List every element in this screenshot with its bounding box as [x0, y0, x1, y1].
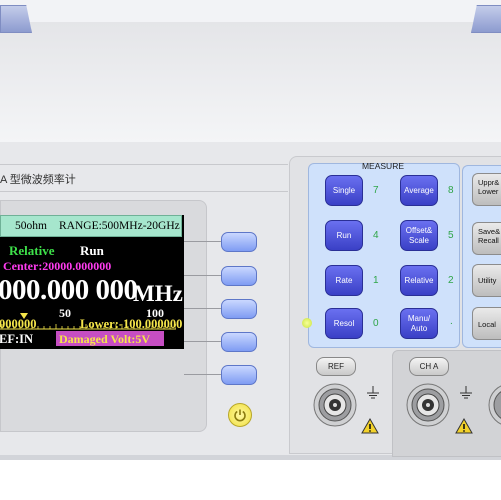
warning-icon	[455, 418, 473, 434]
channel-a-bnc-connector[interactable]	[406, 383, 450, 427]
manu-auto-button[interactable]: Manu/ Auto	[400, 308, 438, 339]
key-number-7: 7	[373, 185, 379, 196]
channel-b-bnc-connector[interactable]	[488, 383, 501, 427]
softkey-1[interactable]	[221, 232, 257, 252]
softkey-guide-4	[184, 341, 222, 342]
range-readout: RANGE:500MHz-20GHz	[59, 220, 180, 232]
center-frequency: Center:20000.000000	[3, 259, 112, 273]
ground-icon	[460, 386, 472, 399]
power-button[interactable]	[228, 403, 252, 427]
key-number-5: 5	[448, 230, 454, 241]
softkey-guide-5	[184, 374, 222, 375]
ref-label: REF	[316, 357, 356, 376]
reference-source: EF:IN	[0, 332, 34, 346]
softkey-3[interactable]	[221, 299, 257, 319]
softkey-guide-3	[184, 308, 222, 309]
measure-title: MEASURE	[361, 161, 405, 171]
frequency-unit: MHz	[133, 281, 183, 306]
frequency-reading: 000.000 000	[0, 274, 138, 306]
impedance-readout: 50ohm	[15, 220, 47, 232]
ref-bnc-connector[interactable]	[313, 383, 357, 427]
key-decimal-point: .	[450, 316, 453, 327]
state-label: Run	[80, 243, 104, 258]
status-led	[302, 318, 312, 328]
warning-icon	[361, 418, 379, 434]
single-button[interactable]: Single	[325, 175, 363, 206]
offset-scale-button[interactable]: Offset& Scale	[400, 220, 438, 251]
softkey-guide-2	[184, 275, 222, 276]
local-button[interactable]: Local	[472, 307, 501, 340]
top-face	[0, 22, 501, 143]
run-button[interactable]: Run	[325, 220, 363, 251]
scale-tick-50: 50	[59, 306, 71, 320]
ground-icon	[367, 386, 379, 399]
softkey-guide-1	[184, 241, 222, 242]
utility-button[interactable]: Utility	[472, 264, 501, 297]
softkey-4[interactable]	[221, 332, 257, 352]
save-recall-button[interactable]: Save& Recall	[472, 222, 501, 255]
damage-warning-text: Damaged Volt:5V	[59, 332, 151, 346]
mode-label: Relative	[9, 243, 55, 258]
resol-button[interactable]: Resol	[325, 308, 363, 339]
top-band	[0, 0, 501, 22]
key-number-2: 2	[448, 275, 454, 286]
upper-limit: 000000	[0, 317, 37, 331]
key-number-0: 0	[373, 318, 379, 329]
lcd-header: 50ohm RANGE:500MHz-20GHz	[0, 215, 182, 237]
softkey-2[interactable]	[221, 266, 257, 286]
key-number-4: 4	[373, 230, 379, 241]
lower-limit: Lower:-100.000000	[80, 317, 183, 331]
channel-a-label: CH A	[409, 357, 449, 376]
average-button[interactable]: Average	[400, 175, 438, 206]
model-title: A 型微波频率计	[0, 174, 76, 186]
model-label-bar: A 型微波频率计	[0, 164, 288, 192]
upper-lower-button[interactable]: Uppr& Lower	[472, 173, 501, 206]
key-number-8: 8	[448, 185, 454, 196]
rate-button[interactable]: Rate	[325, 265, 363, 296]
relative-button[interactable]: Relative	[400, 265, 438, 296]
power-icon	[234, 409, 246, 422]
softkey-5[interactable]	[221, 365, 257, 385]
key-number-1: 1	[373, 275, 379, 286]
